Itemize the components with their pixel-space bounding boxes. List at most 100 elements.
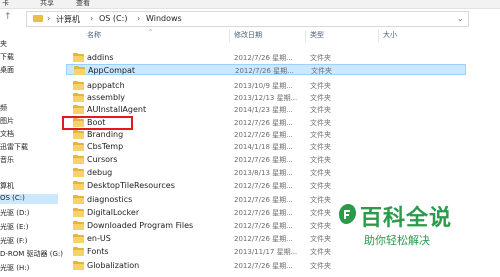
file-type: 文件夹	[310, 131, 331, 139]
file-date: 2012/7/26 星期...	[234, 156, 293, 164]
column-divider[interactable]	[229, 30, 230, 42]
folder-icon	[73, 93, 84, 102]
file-date: 2012/7/26 星期...	[234, 222, 293, 230]
list-item[interactable]: Branding 2012/7/26 星期... 文件夹	[66, 129, 466, 140]
folder-icon	[73, 208, 84, 217]
folder-icon	[73, 195, 84, 204]
column-header-date[interactable]: 修改日期	[234, 30, 262, 42]
file-type: 文件夹	[310, 82, 331, 90]
folder-icon	[73, 234, 84, 243]
file-name: DesktopTileResources	[87, 181, 175, 190]
list-item[interactable]: DesktopTileResources 2012/7/26 星期... 文件夹	[66, 180, 466, 191]
list-item[interactable]: addins 2012/7/26 星期... 文件夹	[66, 52, 466, 63]
file-date: 2013/12/13 星期...	[234, 94, 298, 102]
watermark-title: 百科全说	[360, 206, 453, 231]
file-date: 2013/8/13 星期...	[234, 169, 293, 177]
folder-icon	[73, 261, 84, 270]
file-name: DigitalLocker	[87, 208, 140, 217]
up-arrow-icon[interactable]: ↑	[4, 12, 12, 22]
file-date: 2014/1/23 星期...	[234, 106, 293, 114]
folder-icon	[73, 53, 84, 62]
file-type: 文件夹	[310, 119, 331, 127]
file-type: 文件夹	[310, 209, 331, 217]
watermark-subtitle: 助你轻松解决	[364, 234, 430, 247]
file-name: Globalization	[87, 261, 140, 270]
file-type: 文件夹	[310, 106, 331, 114]
file-date: 2014/1/18 星期...	[234, 143, 293, 151]
list-item[interactable]: Globalization 2012/7/26 星期... 文件夹	[66, 260, 466, 271]
column-divider[interactable]	[378, 30, 379, 42]
file-type: 文件夹	[310, 94, 331, 102]
file-type: 文件夹	[310, 262, 331, 270]
list-item[interactable]: assembly 2013/12/13 星期... 文件夹	[66, 92, 466, 103]
folder-icon	[73, 181, 84, 190]
list-item[interactable]: CbsTemp 2014/1/18 星期... 文件夹	[66, 141, 466, 152]
file-date: 2012/7/26 星期...	[234, 196, 293, 204]
column-header-size[interactable]: 大小	[383, 30, 397, 42]
list-item[interactable]: debug 2013/8/13 星期... 文件夹	[66, 167, 466, 178]
file-name: Branding	[87, 130, 124, 139]
folder-icon	[73, 105, 84, 114]
watermark-logo-icon	[339, 204, 356, 224]
folder-icon	[73, 168, 84, 177]
nav-item-os-c[interactable]: OS (C:)	[0, 194, 58, 204]
boot-highlight-box	[62, 116, 133, 130]
file-date: 2012/7/26 星期...	[234, 182, 293, 190]
file-date: 2012/7/26 星期...	[234, 131, 293, 139]
ribbon-tab-share[interactable]: 共享	[40, 0, 54, 8]
watermark: 百科全说 助你轻松解决	[330, 200, 500, 260]
folder-icon	[73, 130, 84, 139]
file-type: 文件夹	[310, 248, 331, 256]
breadcrumb-os-c[interactable]: OS (C:)	[99, 14, 127, 23]
file-name: debug	[87, 168, 113, 177]
file-name: AUInstallAgent	[87, 105, 147, 114]
file-type: 文件夹	[310, 235, 331, 243]
file-type: 文件夹	[310, 182, 331, 190]
file-type: 文件夹	[310, 169, 331, 177]
breadcrumb-windows[interactable]: Windows	[146, 14, 182, 23]
file-name: Downloaded Program Files	[87, 221, 194, 230]
column-divider[interactable]	[305, 30, 306, 42]
file-date: 2013/10/9 星期...	[234, 82, 293, 90]
file-type: 文件夹	[310, 156, 331, 164]
file-name: apppatch	[87, 81, 125, 90]
file-type: 文件夹	[310, 196, 331, 204]
file-name: AppCompat	[88, 66, 136, 75]
sort-caret-icon: ^	[148, 29, 154, 36]
folder-icon	[73, 142, 84, 151]
list-item[interactable]: AUInstallAgent 2014/1/23 星期... 文件夹	[66, 104, 466, 115]
address-bar[interactable]: › 计算机 › OS (C:) › Windows ⌄	[26, 11, 469, 27]
file-name: CbsTemp	[87, 142, 124, 151]
address-dropdown-icon[interactable]: ⌄	[457, 14, 464, 23]
ribbon-tab-fragment[interactable]: 卡	[2, 0, 9, 8]
breadcrumb-separator: ›	[47, 14, 51, 23]
column-header-name[interactable]: 名称	[87, 30, 101, 42]
folder-icon	[74, 66, 85, 75]
navigation-pane: 夹 下载 桌面 频 图片 文档 迅雷下载 音乐 算机 OS (C:) 光驱 (D…	[0, 30, 63, 277]
folder-icon	[73, 81, 84, 90]
file-date: 2012/7/26 星期...	[235, 67, 294, 75]
file-date: 2012/7/26 星期...	[234, 54, 293, 62]
file-name: assembly	[87, 93, 125, 102]
folder-icon	[33, 15, 43, 22]
file-date: 2012/7/26 星期...	[234, 209, 293, 217]
list-item[interactable]: Cursors 2012/7/26 星期... 文件夹	[66, 154, 466, 165]
file-name: diagnostics	[87, 195, 133, 204]
list-item[interactable]: AppCompat 2012/7/26 星期... 文件夹	[66, 64, 466, 75]
file-name: Fonts	[87, 247, 109, 256]
folder-icon	[73, 247, 84, 256]
file-type: 文件夹	[310, 222, 331, 230]
breadcrumb-computer[interactable]: 计算机	[56, 14, 80, 25]
column-header-type[interactable]: 类型	[310, 30, 324, 42]
file-type: 文件夹	[310, 54, 331, 62]
file-date: 2012/7/26 星期...	[234, 235, 293, 243]
file-name: en-US	[87, 234, 111, 243]
ribbon-tab-view[interactable]: 查看	[76, 0, 90, 8]
breadcrumb-separator: ›	[137, 14, 141, 23]
folder-icon	[73, 155, 84, 164]
file-date: 2012/7/26 星期...	[234, 262, 293, 270]
breadcrumb-separator: ›	[90, 14, 94, 23]
list-item[interactable]: apppatch 2013/10/9 星期... 文件夹	[66, 80, 466, 91]
address-row: ↑ › 计算机 › OS (C:) › Windows ⌄	[0, 9, 500, 27]
file-date: 2013/11/17 星期...	[234, 248, 298, 256]
